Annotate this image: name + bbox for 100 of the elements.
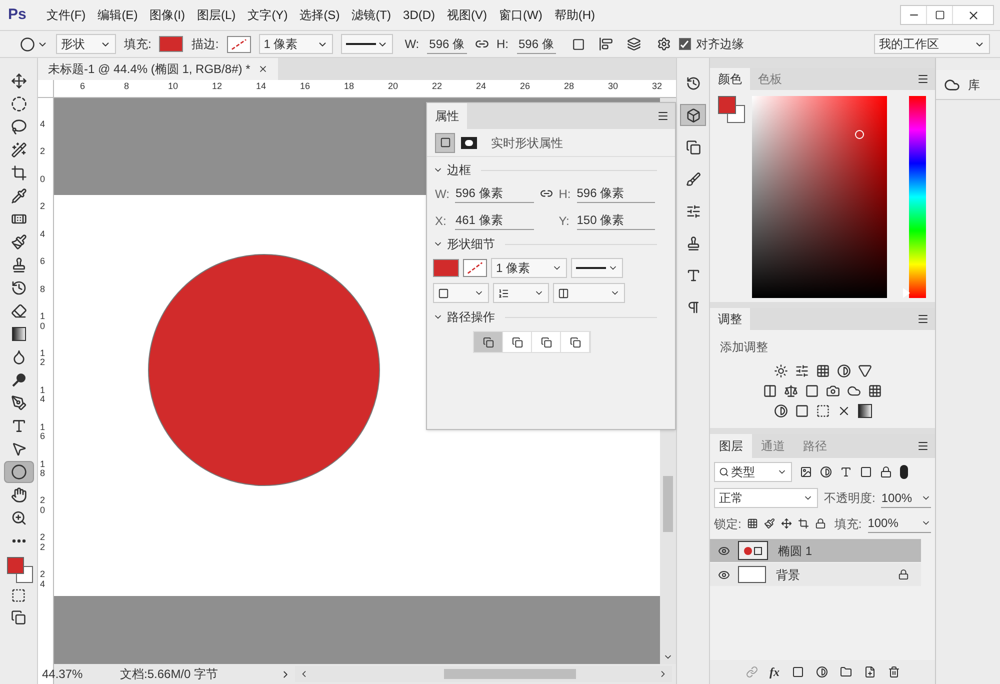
close-icon[interactable] bbox=[258, 64, 268, 74]
menu-item[interactable]: 图层(L) bbox=[191, 6, 242, 24]
panel-tab[interactable]: 颜色 bbox=[710, 68, 750, 90]
menu-item[interactable]: 编辑(E) bbox=[92, 6, 144, 24]
menu-item[interactable]: 文件(F) bbox=[40, 6, 92, 24]
color-swatches-icon[interactable] bbox=[6, 557, 32, 583]
square-icon[interactable] bbox=[805, 384, 819, 398]
dimension-field[interactable]: 596 像素 bbox=[455, 184, 534, 203]
type-filter-icon[interactable] bbox=[840, 466, 852, 478]
image-filter-icon[interactable] bbox=[800, 466, 812, 478]
path-operation-button[interactable] bbox=[532, 332, 561, 352]
menu-item[interactable]: 图像(I) bbox=[144, 6, 192, 24]
path-operation-button[interactable] bbox=[474, 332, 503, 352]
library-button[interactable]: 库 bbox=[936, 70, 1000, 100]
menu-item[interactable]: 选择(S) bbox=[294, 6, 346, 24]
align-edges-checkbox[interactable] bbox=[678, 38, 691, 50]
scrollbar-thumb[interactable] bbox=[663, 476, 673, 532]
height-field[interactable]: 596 像 bbox=[516, 34, 556, 54]
new-layer-icon[interactable] bbox=[864, 666, 876, 678]
lock-artboard-icon[interactable] bbox=[798, 518, 810, 529]
width-field[interactable]: 596 像 bbox=[427, 34, 466, 54]
stroke-corners-dropdown[interactable] bbox=[553, 283, 625, 303]
color-field[interactable] bbox=[752, 96, 888, 298]
width-label: W: bbox=[404, 36, 420, 53]
blend-mode-dropdown[interactable]: 正常 bbox=[714, 488, 818, 508]
hue-spectrum-bar[interactable] bbox=[909, 96, 926, 298]
dimension-field[interactable]: 596 像素 bbox=[576, 184, 655, 203]
lock-position-icon[interactable] bbox=[781, 518, 792, 529]
ruler-label: 6 bbox=[40, 257, 45, 267]
menu-item[interactable]: 滤镜(T) bbox=[346, 6, 398, 24]
menu-item[interactable]: 文字(Y) bbox=[242, 6, 294, 24]
dock-button[interactable] bbox=[680, 104, 706, 126]
stroke-align-dropdown[interactable] bbox=[433, 283, 489, 303]
panel-menu-icon[interactable] bbox=[917, 73, 929, 85]
dimension-field[interactable]: 150 像素 bbox=[576, 211, 655, 230]
menu-item[interactable]: 帮助(H) bbox=[548, 6, 602, 24]
zoom-level[interactable]: 44.37% bbox=[40, 665, 90, 683]
lock-all-icon[interactable] bbox=[815, 518, 826, 529]
ruler-label: 10 bbox=[168, 80, 179, 93]
fill-swatch[interactable] bbox=[159, 36, 184, 52]
layer-filter-dropdown[interactable]: 类型 bbox=[714, 462, 792, 482]
document-tab[interactable]: 未标题-1 @ 44.4% (椭圆 1, RGB/8#) * bbox=[38, 58, 278, 80]
opacity-label: 不透明度: bbox=[824, 490, 876, 507]
mask-properties-button[interactable] bbox=[461, 136, 477, 148]
fill-swatch[interactable] bbox=[433, 259, 459, 277]
no-stroke-swatch[interactable] bbox=[463, 259, 487, 277]
shape-mode-dropdown[interactable]: 形状 bbox=[56, 34, 116, 54]
filter-toggle[interactable] bbox=[900, 465, 908, 479]
gradient-map-icon[interactable] bbox=[858, 404, 872, 418]
panel-menu-icon[interactable] bbox=[917, 313, 929, 325]
color-balance-icon[interactable] bbox=[784, 384, 798, 398]
path-operation-button[interactable] bbox=[503, 332, 532, 352]
panel-subtitle: 实时形状属性 bbox=[491, 134, 563, 152]
opacity-field[interactable]: 100% bbox=[881, 488, 931, 508]
scrollbar-thumb[interactable] bbox=[444, 669, 576, 679]
shape-filter-icon[interactable] bbox=[860, 466, 872, 478]
arrange-icon[interactable] bbox=[626, 37, 641, 51]
stroke-type-dropdown[interactable] bbox=[571, 258, 623, 278]
shape-properties-button[interactable] bbox=[435, 132, 455, 152]
type-icon bbox=[686, 268, 700, 282]
eye-icon[interactable] bbox=[718, 544, 730, 556]
color-swatches-icon[interactable] bbox=[718, 96, 745, 123]
horizontal-scrollbar[interactable] bbox=[295, 666, 672, 682]
fill-field[interactable]: 100% bbox=[868, 514, 931, 533]
dimension-field[interactable]: 461 像素 bbox=[455, 211, 534, 230]
cloud-icon bbox=[944, 76, 960, 92]
adjustment-layer-icon[interactable] bbox=[816, 666, 828, 678]
eye-icon[interactable] bbox=[718, 568, 730, 580]
menu-item[interactable]: 3D(D) bbox=[397, 6, 442, 24]
folder-icon[interactable] bbox=[840, 666, 852, 678]
hue-slider-handle[interactable] bbox=[903, 288, 910, 298]
lock-pixels-icon[interactable] bbox=[764, 518, 776, 529]
layer-row[interactable]: 椭圆 1 bbox=[710, 539, 921, 562]
stroke-caps-dropdown[interactable] bbox=[493, 283, 549, 303]
menu-item[interactable]: 视图(V) bbox=[441, 6, 494, 24]
menu-item[interactable]: 窗口(W) bbox=[493, 6, 548, 24]
panel-tab[interactable]: 图层 bbox=[710, 434, 752, 458]
color-picker-handle[interactable] bbox=[854, 130, 864, 139]
settings-icon[interactable] bbox=[656, 37, 671, 51]
brightness-icon[interactable] bbox=[774, 364, 788, 378]
layer-style-button[interactable]: fx bbox=[770, 663, 780, 681]
tool-button[interactable] bbox=[4, 461, 34, 483]
cube-icon bbox=[686, 108, 700, 122]
align-icon[interactable] bbox=[598, 37, 613, 51]
panel-heading: 添加调整 bbox=[720, 339, 769, 356]
ruler-label: 14 bbox=[40, 386, 45, 405]
properties-tab[interactable]: 属性 bbox=[427, 103, 467, 129]
history-icon bbox=[686, 76, 700, 90]
stroke-type-dropdown[interactable] bbox=[340, 34, 393, 54]
panel-menu-icon[interactable] bbox=[917, 440, 929, 452]
stroke-width-dropdown[interactable]: 1 像素 bbox=[491, 258, 567, 278]
layer-row[interactable]: 背景 bbox=[710, 563, 921, 586]
panel-tab[interactable]: 调整 bbox=[710, 308, 750, 330]
document-info: 文档:5.66M/0 字节 bbox=[120, 666, 220, 683]
no-stroke-swatch[interactable] bbox=[226, 36, 251, 52]
path-operation-button[interactable] bbox=[561, 332, 590, 352]
trash-icon[interactable] bbox=[888, 666, 900, 678]
panel-menu-icon[interactable] bbox=[657, 110, 669, 122]
workspace-dropdown[interactable]: 我的工作区 bbox=[874, 34, 990, 54]
stroke-width-dropdown[interactable]: 1 像素 bbox=[258, 34, 333, 54]
